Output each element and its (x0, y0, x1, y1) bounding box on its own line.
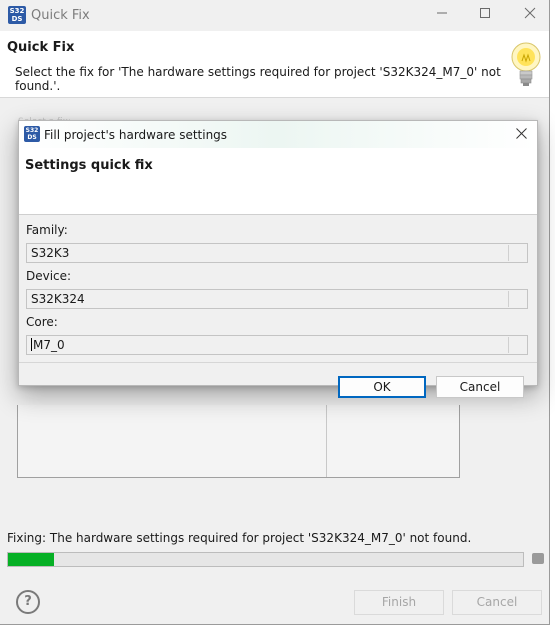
field-segment (508, 291, 509, 307)
page-title: Quick Fix (7, 40, 75, 55)
text-caret (31, 338, 32, 351)
core-value: M7_0 (33, 338, 65, 352)
dialog-close-icon[interactable] (509, 123, 533, 145)
core-label: Core: (26, 315, 58, 329)
family-value: S32K3 (31, 246, 70, 260)
window-title: Quick Fix (31, 8, 90, 23)
app-icon-text-top: S32 (9, 7, 25, 15)
cancel-button[interactable]: Cancel (452, 590, 542, 615)
dialog-icon-text-top: S32 (25, 127, 39, 134)
close-icon[interactable] (518, 4, 542, 26)
fixing-status: Fixing: The hardware settings required f… (7, 531, 472, 545)
field-segment (508, 245, 509, 261)
lightbulb-icon (511, 42, 541, 86)
dialog-cancel-button[interactable]: Cancel (436, 376, 524, 398)
dialog-titlebar[interactable]: S32 DS Fill project's hardware settings (19, 121, 537, 148)
stop-icon[interactable] (532, 553, 544, 564)
window-titlebar[interactable]: S32 DS Quick Fix (0, 0, 549, 31)
core-field[interactable]: M7_0 (26, 335, 528, 355)
ok-button[interactable]: OK (338, 376, 426, 398)
s32ds-app-icon: S32 DS (8, 6, 26, 24)
s32ds-dialog-icon: S32 DS (24, 126, 40, 142)
dialog-header-title: Settings quick fix (25, 158, 153, 173)
list-divider (326, 405, 327, 477)
dialog-body: Family: S32K3 Device: S32K324 Core: M7_0 (19, 215, 537, 363)
app-icon-text-bottom: DS (11, 15, 23, 23)
hardware-settings-dialog: S32 DS Fill project's hardware settings … (18, 120, 538, 398)
device-field[interactable]: S32K324 (26, 289, 528, 309)
minimize-icon[interactable] (430, 4, 454, 26)
dialog-icon-text-bottom: DS (27, 134, 37, 141)
wizard-header: Quick Fix Select the fix for 'The hardwa… (0, 31, 549, 98)
family-label: Family: (26, 223, 68, 237)
progress-bar (7, 552, 524, 567)
dialog-title: Fill project's hardware settings (44, 128, 228, 142)
family-field[interactable]: S32K3 (26, 243, 528, 263)
device-label: Device: (26, 269, 72, 283)
fix-list[interactable] (17, 405, 460, 478)
page-message: Select the fix for 'The hardware setting… (15, 65, 501, 93)
dialog-header: Settings quick fix (19, 148, 537, 215)
device-value: S32K324 (31, 292, 85, 306)
help-icon[interactable]: ? (16, 590, 40, 614)
maximize-icon[interactable] (473, 4, 497, 26)
progress-fill (8, 553, 55, 566)
finish-button[interactable]: Finish (354, 590, 444, 615)
field-segment (508, 337, 509, 353)
